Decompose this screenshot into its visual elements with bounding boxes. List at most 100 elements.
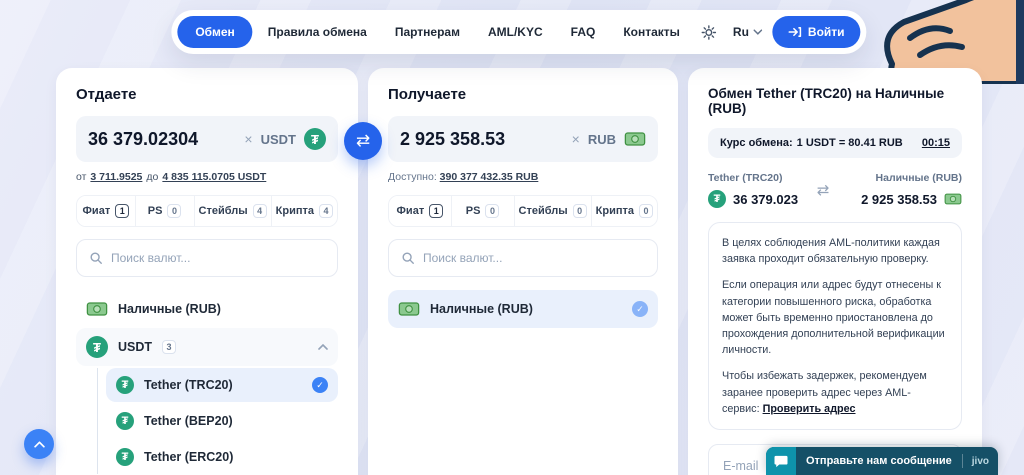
list-item-label: Наличные (RUB) — [118, 302, 328, 316]
aml-paragraph-3: Чтобы избежать задержек, рекомендуем зар… — [722, 368, 948, 417]
nav-item-faq[interactable]: FAQ — [558, 16, 609, 48]
login-arrow-icon — [788, 26, 801, 38]
receive-category-tabs: Фиат 1 PS 0 Стейблы 0 Крипта 0 — [388, 195, 658, 227]
limit-to-label: до — [146, 171, 158, 183]
receive-available: Доступно: 390 377 432.35 RUB — [388, 171, 658, 183]
rate-label: Курс обмена: — [720, 137, 793, 149]
nav-item-partners[interactable]: Партнерам — [382, 16, 473, 48]
tether-icon: ₮ — [304, 128, 326, 150]
limit-from-label: от — [76, 171, 86, 183]
chat-bubble-icon — [766, 447, 796, 475]
language-switcher[interactable]: Ru — [725, 25, 770, 39]
rate-bar: Курс обмена: 1 USDT = 80.41 RUB 00:15 — [708, 128, 962, 158]
tab-stables[interactable]: Стейблы 4 — [195, 196, 272, 226]
limit-min-link[interactable]: 3 711.9525 — [90, 171, 142, 183]
aml-notice: В целях соблюдения AML-политики каждая з… — [708, 222, 962, 430]
details-title: Обмен Tether (TRC20) на Наличные (RUB) — [708, 86, 962, 116]
list-group-usdt[interactable]: ₮ USDT 3 — [76, 328, 338, 366]
receive-title: Получаете — [388, 86, 658, 103]
group-count-badge: 3 — [162, 340, 176, 354]
give-search-input[interactable] — [111, 251, 325, 265]
pair-summary: Tether (TRC20) ₮ 36 379.023 ⇄ Наличные (… — [708, 172, 962, 208]
tether-icon: ₮ — [86, 336, 108, 358]
top-navigation: Обмен Правила обмена Партнерам AML/KYC F… — [171, 10, 866, 54]
tab-ps[interactable]: PS 0 — [136, 196, 195, 226]
scroll-top-button[interactable] — [24, 429, 54, 459]
nav-item-contacts[interactable]: Контакты — [610, 16, 693, 48]
page: Обмен Правила обмена Партнерам AML/KYC F… — [0, 0, 1024, 475]
arrow-up-icon — [34, 441, 45, 448]
pair-to: Наличные (RUB) 2 925 358.53 — [861, 172, 962, 208]
tether-icon: ₮ — [116, 412, 134, 430]
give-card: Отдаете × USDT ₮ от 3 711.9525 до 4 835 … — [56, 68, 358, 475]
cash-icon — [86, 298, 108, 320]
pair-from-amount-row: ₮ 36 379.023 — [708, 190, 798, 208]
tether-icon: ₮ — [116, 448, 134, 466]
nav-item-aml-kyc[interactable]: AML/KYC — [475, 16, 556, 48]
swap-directions-button[interactable]: ⇄ — [344, 122, 382, 160]
language-label: Ru — [733, 25, 749, 39]
tab-fiat[interactable]: Фиат 1 — [77, 196, 136, 226]
tab-count-badge: 0 — [573, 204, 587, 218]
list-item-tether-bep20[interactable]: ₮ Tether (BEP20) — [106, 404, 338, 438]
tab-crypto[interactable]: Крипта 4 — [272, 196, 337, 226]
receive-card: Получаете × RUB Доступно: 390 377 432.35… — [368, 68, 678, 475]
swap-arrows-icon: ⇄ — [811, 181, 836, 199]
receive-currency-label: RUB — [588, 132, 616, 147]
exchange-details-card: Обмен Tether (TRC20) на Наличные (RUB) К… — [688, 68, 982, 475]
chevron-up-icon — [318, 344, 328, 350]
receive-amount-input[interactable] — [400, 129, 564, 150]
limit-max-link[interactable]: 4 835 115.0705 USDT — [162, 171, 266, 183]
rate-timer: 00:15 — [922, 137, 950, 149]
tether-icon: ₮ — [708, 190, 726, 208]
list-item-label: Tether (TRC20) — [144, 378, 302, 392]
give-amount-input[interactable] — [88, 129, 236, 150]
give-currency-list: Наличные (RUB) ₮ USDT 3 ₮ Tether (TRC20)… — [76, 290, 338, 475]
nav-item-exchange[interactable]: Обмен — [177, 16, 252, 48]
receive-search — [388, 239, 658, 277]
usdt-network-list: ₮ Tether (TRC20) ✓ ₮ Tether (BEP20) ₮ Te… — [97, 368, 338, 474]
give-search — [76, 239, 338, 277]
rate-value: 1 USDT = 80.41 RUB — [797, 137, 903, 149]
theme-toggle-sun-icon[interactable] — [695, 18, 723, 46]
search-icon — [401, 251, 415, 265]
give-currency-label: USDT — [261, 132, 296, 147]
list-item-cash-rub[interactable]: Наличные (RUB) — [76, 290, 338, 328]
list-item-label: Наличные (RUB) — [430, 302, 622, 316]
tab-crypto[interactable]: Крипта 0 — [592, 196, 657, 226]
clear-icon[interactable]: × — [572, 132, 580, 146]
list-item-tether-trc20[interactable]: ₮ Tether (TRC20) ✓ — [106, 368, 338, 402]
login-button[interactable]: Войти — [772, 16, 861, 48]
chat-message: Отправьте нам сообщение — [796, 455, 962, 467]
available-label: Доступно: — [388, 171, 437, 183]
tab-count-badge: 0 — [485, 204, 499, 218]
give-title: Отдаете — [76, 86, 338, 103]
tab-ps[interactable]: PS 0 — [452, 196, 515, 226]
tab-count-badge: 0 — [167, 204, 181, 218]
check-icon: ✓ — [312, 377, 328, 393]
receive-search-input[interactable] — [423, 251, 645, 265]
chat-widget[interactable]: Отправьте нам сообщение jivo — [766, 447, 998, 475]
nav-item-rules[interactable]: Правила обмена — [255, 16, 380, 48]
aml-paragraph-2: Если операция или адрес будут отнесены к… — [722, 277, 948, 358]
pair-to-amount: 2 925 358.53 — [861, 192, 937, 207]
list-item-cash-rub[interactable]: Наличные (RUB) ✓ — [388, 290, 658, 328]
list-item-label: Tether (ERC20) — [144, 450, 328, 464]
search-icon — [89, 251, 103, 265]
list-item-tether-erc20[interactable]: ₮ Tether (ERC20) — [106, 440, 338, 474]
cash-icon — [398, 298, 420, 320]
list-item-label: Tether (BEP20) — [144, 414, 328, 428]
tab-count-badge: 1 — [115, 204, 129, 218]
chat-brand-label: jivo — [963, 456, 998, 467]
tab-fiat[interactable]: Фиат 1 — [389, 196, 452, 226]
login-label: Войти — [808, 25, 845, 39]
chevron-down-icon — [753, 29, 762, 35]
aml-check-address-link[interactable]: Проверить адрес — [763, 403, 856, 415]
tab-count-badge: 1 — [429, 204, 443, 218]
tab-count-badge: 0 — [639, 204, 653, 218]
clear-icon[interactable]: × — [244, 132, 252, 146]
swap-arrows-icon: ⇄ — [356, 131, 370, 151]
pair-from-amount: 36 379.023 — [733, 192, 798, 207]
tab-stables[interactable]: Стейблы 0 — [515, 196, 592, 226]
available-value-link[interactable]: 390 377 432.35 RUB — [440, 171, 539, 183]
